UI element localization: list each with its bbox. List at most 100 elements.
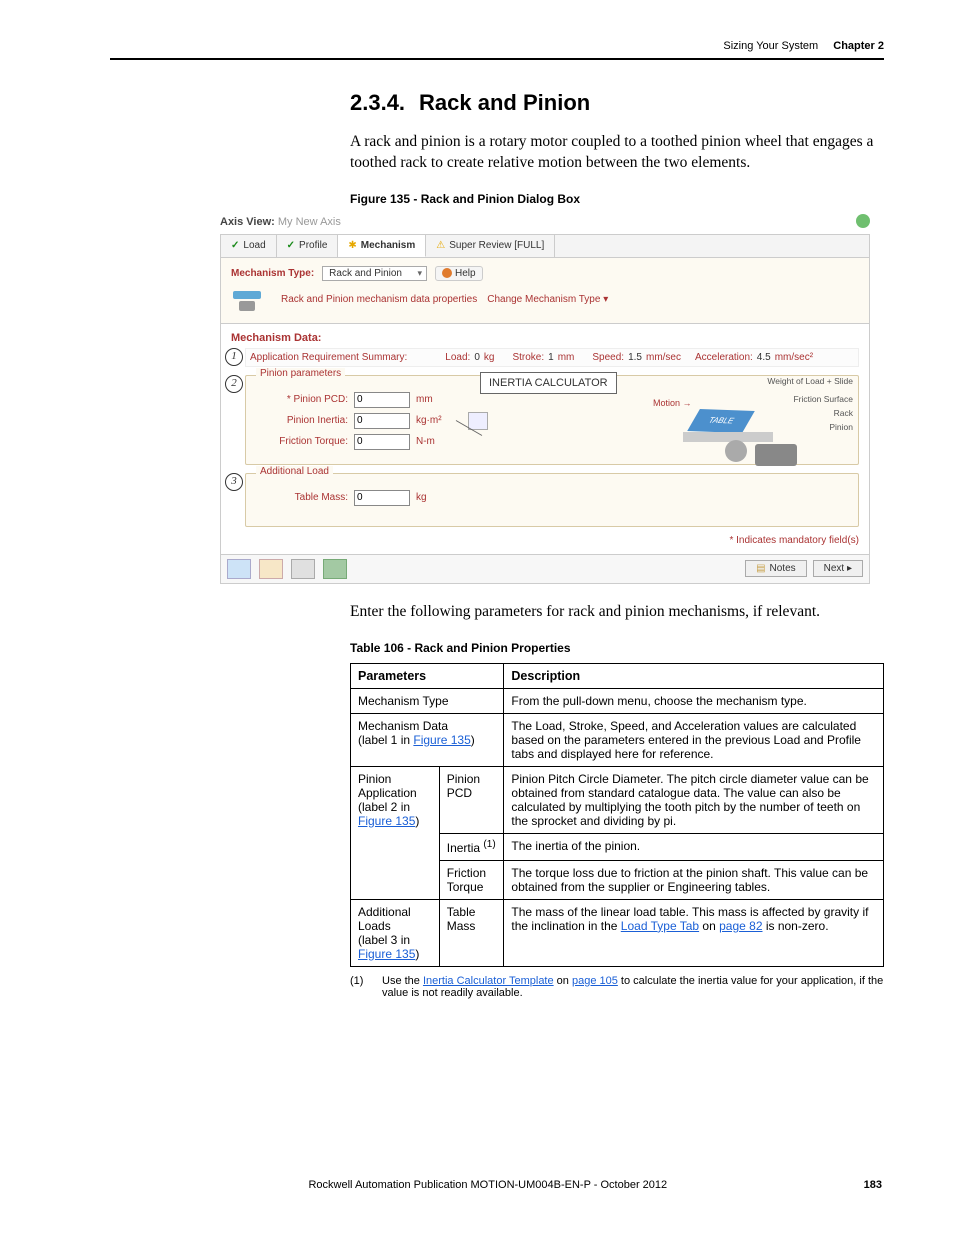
dia-rack [683, 432, 773, 442]
mechanism-icon [231, 287, 271, 313]
axis-view-row: Axis View: My New Axis [220, 214, 870, 230]
section-title: Rack and Pinion [419, 90, 590, 115]
cell-mech-data-desc: The Load, Stroke, Speed, and Acceleratio… [504, 713, 884, 766]
dia-pinion [725, 440, 747, 462]
help-icon[interactable] [856, 214, 870, 228]
intro-paragraph: A rack and pinion is a rotary motor coup… [350, 132, 884, 174]
help-button[interactable]: Help [435, 266, 483, 281]
cell-mech-data: Mechanism Data (label 1 in Figure 135) [351, 713, 504, 766]
notes-icon: ▤ [756, 563, 765, 574]
footer-publication: Rockwell Automation Publication MOTION-U… [308, 1179, 667, 1191]
properties-table: Parameters Description Mechanism Type Fr… [350, 663, 884, 967]
inertia-template-link[interactable]: Inertia Calculator Template [423, 975, 554, 987]
dia-label-weight: Weight of Load + Slide [767, 376, 853, 386]
inertia-input[interactable] [354, 413, 410, 429]
table-mass-unit: kg [416, 492, 456, 503]
th-description: Description [504, 663, 884, 688]
notes-button[interactable]: ▤Notes [745, 560, 807, 577]
table-mass-label: Table Mass: [256, 492, 348, 503]
page-105-link[interactable]: page 105 [572, 975, 618, 987]
additional-load-group: Additional Load Table Mass: kg [245, 473, 859, 527]
tabs-bar: ✓Load ✓Profile ✱Mechanism ⚠Super Review … [220, 234, 870, 258]
section-number: 2.3.4. [350, 90, 405, 115]
th-parameters: Parameters [351, 663, 504, 688]
help-bubble-icon [442, 268, 452, 278]
page-82-link[interactable]: page 82 [719, 919, 762, 933]
callout-bullet-1: 1 [225, 348, 243, 366]
cell-pinion-pcd: Pinion PCD [439, 766, 504, 833]
toolbar-icon-2[interactable] [259, 559, 283, 579]
mechanism-data-panel: Mechanism Data: 1 Application Requiremen… [220, 324, 870, 555]
figure135-link[interactable]: Figure 135 [413, 733, 470, 747]
toolbar-icons [227, 559, 347, 579]
dia-motor [755, 444, 797, 466]
friction-torque-label: Friction Torque: [256, 436, 348, 447]
cell-table-mass: Table Mass [439, 899, 504, 966]
tab-super-review[interactable]: ⚠Super Review [FULL] [426, 235, 555, 257]
section-heading: 2.3.4. Rack and Pinion [350, 90, 884, 116]
footnote-num: (1) [350, 975, 372, 999]
pinion-parameters-group: Pinion parameters INERTIA CALCULATOR Mot… [245, 375, 859, 465]
figure-caption: Figure 135 - Rack and Pinion Dialog Box [350, 192, 884, 206]
cell-additional-loads: Additional Loads (label 3 in Figure 135) [351, 899, 440, 966]
addload-legend: Additional Load [256, 466, 333, 477]
figure135-link-2[interactable]: Figure 135 [358, 814, 415, 828]
check-icon: ✓ [287, 240, 295, 251]
cell-mech-type: Mechanism Type [351, 688, 504, 713]
header-chapter: Chapter 2 [833, 40, 884, 52]
axis-view-value: My New Axis [278, 216, 341, 228]
mech-type-label: Mechanism Type: [231, 268, 314, 279]
mandatory-note: * Indicates mandatory field(s) [231, 535, 859, 546]
pcd-label: * Pinion PCD: [256, 394, 348, 405]
dia-label-pinion: Pinion [829, 422, 853, 432]
mech-type-select[interactable]: Rack and Pinion [322, 266, 427, 281]
cell-inertia: Inertia (1) [439, 833, 504, 860]
figure135-link-3[interactable]: Figure 135 [358, 947, 415, 961]
dia-label-rack: Rack [834, 408, 853, 418]
inertia-calc-callout: INERTIA CALCULATOR [480, 372, 617, 394]
change-mech-type-link[interactable]: Change Mechanism Type [487, 294, 608, 305]
check-icon: ✓ [231, 240, 239, 251]
warn-icon: ⚠ [436, 240, 445, 251]
footnote-1: (1) Use the Inertia Calculator Template … [350, 975, 884, 999]
callout-bullet-2: 2 [225, 375, 243, 393]
toolbar-icon-3[interactable] [291, 559, 315, 579]
cell-pinion-pcd-desc: Pinion Pitch Circle Diameter. The pitch … [504, 766, 884, 833]
pcd-input[interactable] [354, 392, 410, 408]
bottom-toolbar: ▤Notes Next ▸ [220, 555, 870, 584]
after-shot-paragraph: Enter the following parameters for rack … [350, 602, 884, 623]
footnote-text: Use the Inertia Calculator Template on p… [382, 975, 884, 999]
cell-mech-type-desc: From the pull-down menu, choose the mech… [504, 688, 884, 713]
page-header: Sizing Your System Chapter 2 [110, 40, 884, 60]
cell-pinion-app: Pinion Application (label 2 in Figure 13… [351, 766, 440, 899]
cell-friction-torque-desc: The torque loss due to friction at the p… [504, 860, 884, 899]
star-icon: ✱ [348, 240, 356, 251]
next-button[interactable]: Next ▸ [813, 560, 863, 577]
toolbar-icon-1[interactable] [227, 559, 251, 579]
mech-desc: Rack and Pinion mechanism data propertie… [281, 294, 477, 305]
cell-friction-torque: Friction Torque [439, 860, 504, 899]
pinion-legend: Pinion parameters [256, 368, 345, 379]
inertia-unit: kg·m² [416, 415, 456, 426]
tab-load[interactable]: ✓Load [221, 235, 277, 257]
table-mass-input[interactable] [354, 490, 410, 506]
callout-bullet-3: 3 [225, 473, 243, 491]
pcd-unit: mm [416, 394, 456, 405]
toolbar-icon-4[interactable] [323, 559, 347, 579]
table-caption: Table 106 - Rack and Pinion Properties [350, 641, 884, 655]
inertia-calc-button[interactable] [468, 412, 488, 430]
cell-table-mass-desc: The mass of the linear load table. This … [504, 899, 884, 966]
footer-page-number: 183 [864, 1179, 882, 1191]
friction-torque-input[interactable] [354, 434, 410, 450]
load-type-tab-link[interactable]: Load Type Tab [621, 919, 699, 933]
summary-label: Application Requirement Summary: [250, 352, 407, 363]
mech-data-heading: Mechanism Data: [231, 332, 859, 344]
dialog-screenshot: Axis View: My New Axis ✓Load ✓Profile ✱M… [220, 214, 870, 584]
header-section: Sizing Your System [723, 40, 818, 52]
dia-table: TABLE [687, 409, 755, 433]
tab-mechanism[interactable]: ✱Mechanism [338, 235, 426, 257]
page-footer: Rockwell Automation Publication MOTION-U… [110, 1179, 884, 1191]
tab-profile[interactable]: ✓Profile [277, 235, 339, 257]
axis-view-label: Axis View: [220, 216, 275, 228]
inertia-label: Pinion Inertia: [256, 415, 348, 426]
